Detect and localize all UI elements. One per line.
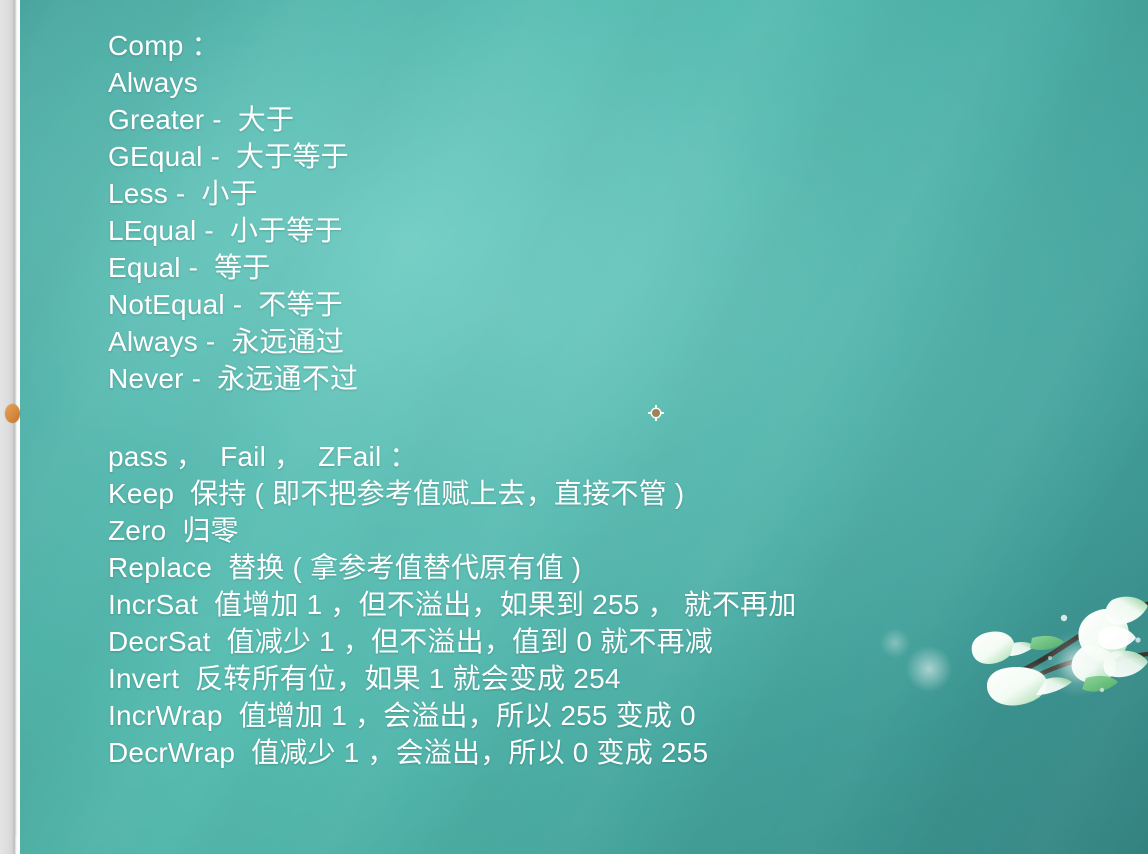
- magnolia-branch-decoration: [880, 594, 1148, 794]
- bokeh-light-large: [906, 646, 952, 692]
- op-line-decrwrap: DecrWrap 值减少 1 ，会溢出，所以 0 变成 255: [108, 737, 709, 768]
- op-line-invert: Invert 反转所有位，如果 1 就会变成 254: [108, 663, 621, 694]
- comp-line-never: Never - 永远通不过: [108, 363, 359, 394]
- magnolia-branch-svg: [971, 596, 1148, 706]
- page-edge-marker[interactable]: [5, 404, 20, 423]
- comp-line-always-pass: Always - 永远通过: [108, 326, 345, 357]
- presentation-window: Comp ： Always Greater - 大于 GEqual - 大于等于…: [0, 0, 1148, 854]
- comp-line-lequal: LEqual - 小于等于: [108, 215, 343, 246]
- crosshair-marker[interactable]: [648, 405, 664, 421]
- bokeh-light-small: [880, 628, 910, 658]
- op-line-keep: Keep 保持 ( 即不把参考值赋上去，直接不管 ): [108, 478, 685, 509]
- stencil-op-heading: pass ， Fail ， ZFail ：: [108, 441, 418, 472]
- crosshair-center-dot: [652, 409, 660, 417]
- comp-line-gequal: GEqual - 大于等于: [108, 141, 349, 172]
- op-line-replace: Replace 替换 ( 拿参考值替代原有值 ): [108, 552, 582, 583]
- op-line-zero: Zero 归零: [108, 515, 239, 546]
- bokeh-light-tiny: [1020, 668, 1038, 686]
- op-line-incrwrap: IncrWrap 值增加 1 ，会溢出，所以 255 变成 0: [108, 700, 696, 731]
- op-line-decrsat: DecrSat 值减少 1 ，但不溢出，值到 0 就不再减: [108, 626, 713, 657]
- comp-heading: Comp ：: [108, 30, 220, 61]
- crosshair-arm-right: [660, 412, 664, 414]
- op-line-incrsat: IncrSat 值增加 1 ，但不溢出，如果到 255 ， 就不再加: [108, 589, 797, 620]
- comp-section: Comp ： Always Greater - 大于 GEqual - 大于等于…: [108, 27, 358, 397]
- crosshair-arm-bottom: [655, 417, 657, 421]
- stencil-op-section: pass ， Fail ， ZFail ： Keep 保持 ( 即不把参考值赋上…: [108, 438, 796, 771]
- comp-line-greater: Greater - 大于: [108, 104, 295, 135]
- comp-line-equal: Equal - 等于: [108, 252, 271, 283]
- comp-line-less: Less - 小于: [108, 178, 258, 209]
- comp-line-always: Always: [108, 67, 198, 98]
- comp-line-notequal: NotEqual - 不等于: [108, 289, 343, 320]
- slide-canvas: Comp ： Always Greater - 大于 GEqual - 大于等于…: [20, 0, 1148, 854]
